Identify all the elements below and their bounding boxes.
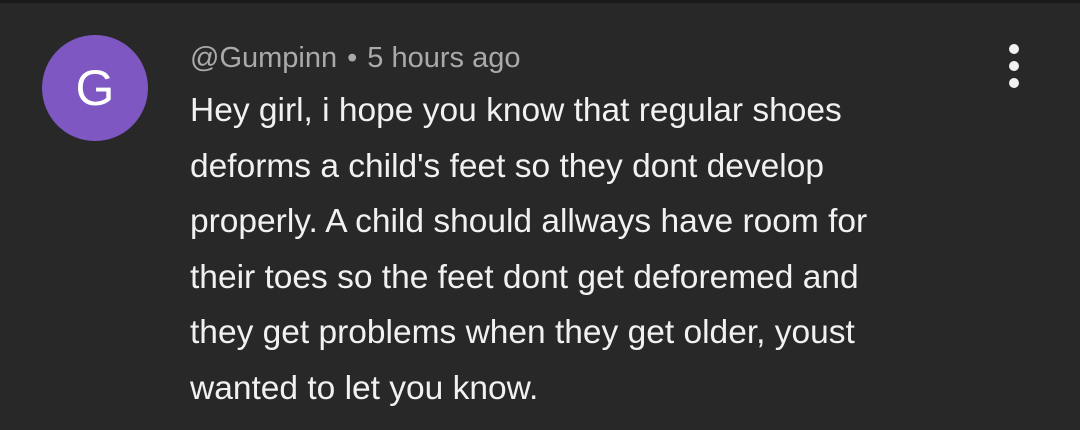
more-vert-icon[interactable]: [994, 40, 1034, 92]
comment-text-line: they get problems when they get older, y…: [190, 314, 855, 351]
menu-dot: [1009, 61, 1019, 71]
comment-text-line: wanted to let you know.: [190, 369, 539, 407]
comment-text-line: their toes so the feet dont get deforeme…: [190, 258, 859, 296]
separator: •: [347, 41, 358, 74]
comment: G @Gumpinn • 5 hours ago Hey girl, i hop…: [0, 0, 1080, 430]
comment-text-line: properly. A child should allways have ro…: [190, 203, 868, 240]
comment-text-line: Hey girl, i hope you know that regular s…: [190, 92, 842, 129]
comment-header: @Gumpinn • 5 hours ago: [190, 40, 520, 76]
comment-text: Hey girl, i hope you know that regular s…: [190, 83, 990, 416]
author-name[interactable]: @Gumpinn: [190, 42, 337, 75]
comment-text-line: deforms a child's feet so they dont deve…: [190, 147, 824, 185]
avatar[interactable]: G: [42, 35, 148, 141]
timestamp[interactable]: 5 hours ago: [367, 42, 520, 75]
menu-dot: [1009, 78, 1019, 88]
avatar-letter: G: [75, 60, 115, 116]
menu-dot: [1009, 44, 1019, 54]
